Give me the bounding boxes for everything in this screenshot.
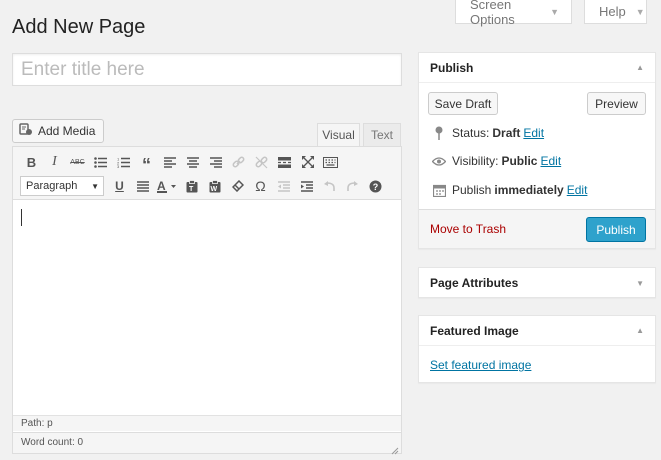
strikethrough-icon[interactable]: ABC	[66, 151, 89, 173]
undo-icon[interactable]	[318, 175, 341, 197]
page-attributes-header[interactable]: Page Attributes ▼	[419, 268, 655, 298]
screen-options-label: Screen Options	[470, 0, 515, 27]
caret-down-icon: ▼	[635, 6, 645, 17]
outdent-icon[interactable]	[272, 175, 295, 197]
align-center-icon[interactable]	[181, 151, 204, 173]
save-draft-button[interactable]: Save Draft	[428, 92, 498, 115]
svg-text:?: ?	[373, 182, 379, 192]
add-media-button[interactable]: Add Media	[12, 119, 105, 143]
bold-icon[interactable]: B	[20, 151, 43, 173]
move-to-trash-link[interactable]: Move to Trash	[430, 222, 506, 236]
calendar-icon	[430, 184, 448, 197]
page-attributes-box: Page Attributes ▼	[418, 267, 656, 298]
resize-handle-icon[interactable]	[391, 443, 399, 455]
word-count: Word count: 0	[13, 432, 401, 453]
paste-as-text-icon[interactable]: T	[180, 175, 203, 197]
svg-text:3: 3	[117, 164, 120, 168]
status-value: Draft	[492, 126, 521, 140]
tab-text[interactable]: Text	[363, 123, 401, 147]
clear-formatting-icon[interactable]	[226, 175, 249, 197]
status-label: Status:	[452, 126, 490, 140]
publish-date-edit-link[interactable]: Edit	[567, 183, 588, 197]
publish-date-label: Publish	[452, 183, 492, 197]
featured-image-header[interactable]: Featured Image ▲	[419, 316, 655, 346]
featured-image-title: Featured Image	[430, 323, 519, 338]
collapse-up-icon[interactable]: ▲	[636, 63, 644, 72]
page-attributes-title: Page Attributes	[430, 276, 519, 290]
numbered-list-icon[interactable]: 123	[112, 151, 135, 173]
visibility-label: Visibility:	[452, 154, 499, 168]
add-media-label: Add Media	[38, 124, 96, 138]
italic-icon[interactable]: I	[43, 151, 66, 173]
editor-toolbar: B I ABC 123 “ Paragraph ▼ U A T W Ω ?	[13, 147, 401, 200]
help-icon[interactable]: ?	[364, 175, 387, 197]
major-publishing-actions: Move to Trash Publish	[419, 209, 655, 248]
content-editor: B I ABC 123 “ Paragraph ▼ U A T W Ω ? Pa…	[12, 146, 402, 455]
publish-box: Publish ▲ Save Draft Preview Status: Dra…	[418, 52, 656, 249]
publish-button[interactable]: Publish	[586, 217, 646, 242]
set-featured-image-link[interactable]: Set featured image	[430, 358, 531, 372]
redo-icon[interactable]	[341, 175, 364, 197]
svg-text:T: T	[189, 186, 194, 193]
toolbar-row-1: B I ABC 123 “	[20, 151, 342, 175]
insert-link-icon[interactable]	[227, 151, 250, 173]
preview-button[interactable]: Preview	[587, 92, 646, 115]
screen-meta: Screen Options ▼ Help ▼	[455, 0, 647, 27]
paste-from-word-icon[interactable]: W	[203, 175, 226, 197]
expand-down-icon[interactable]: ▼	[636, 279, 644, 288]
status-edit-link[interactable]: Edit	[523, 126, 544, 140]
media-icon	[19, 123, 33, 139]
special-character-icon[interactable]: Ω	[249, 175, 272, 197]
bulleted-list-icon[interactable]	[89, 151, 112, 173]
align-left-icon[interactable]	[158, 151, 181, 173]
editor-content-area[interactable]	[13, 201, 401, 415]
visibility-value: Public	[501, 154, 538, 168]
indent-icon[interactable]	[295, 175, 318, 197]
text-color-icon[interactable]: A	[154, 175, 180, 197]
read-more-icon[interactable]	[273, 151, 296, 173]
status-row: Status: Draft Edit	[430, 126, 544, 140]
publish-date-row: Publish immediately Edit	[430, 183, 587, 197]
text-cursor	[21, 209, 22, 226]
page-title: Add New Page	[12, 16, 146, 38]
collapse-up-icon[interactable]: ▲	[636, 326, 644, 335]
caret-down-icon: ▼	[550, 6, 559, 17]
editor-path: Path: p	[13, 415, 401, 431]
publish-date-value: immediately	[494, 183, 564, 197]
unlink-icon[interactable]	[250, 151, 273, 173]
visibility-edit-link[interactable]: Edit	[540, 154, 561, 168]
align-justify-icon[interactable]	[131, 175, 154, 197]
toolbar-row-2: Paragraph ▼ U A T W Ω ?	[20, 175, 387, 197]
tab-visual[interactable]: Visual	[317, 123, 360, 147]
screen-options-button[interactable]: Screen Options ▼	[455, 0, 572, 27]
featured-image-box: Featured Image ▲ Set featured image	[418, 315, 656, 383]
eye-icon	[430, 156, 448, 166]
underline-icon[interactable]: U	[108, 175, 131, 197]
publish-box-title: Publish	[430, 60, 474, 75]
blockquote-icon[interactable]: “	[135, 151, 158, 175]
format-select[interactable]: Paragraph ▼	[20, 176, 104, 196]
svg-text:W: W	[210, 186, 217, 193]
chevron-down-icon: ▼	[91, 181, 99, 191]
toolbar-toggle-icon[interactable]	[319, 151, 342, 173]
format-select-value: Paragraph	[26, 180, 78, 192]
post-title-input[interactable]	[12, 53, 402, 86]
help-label: Help	[599, 4, 626, 19]
publish-box-header[interactable]: Publish ▲	[419, 53, 655, 83]
visibility-row: Visibility: Public Edit	[430, 154, 561, 168]
pin-icon	[430, 126, 448, 140]
help-button[interactable]: Help ▼	[584, 0, 647, 24]
align-right-icon[interactable]	[204, 151, 227, 173]
fullscreen-icon[interactable]	[296, 151, 319, 173]
